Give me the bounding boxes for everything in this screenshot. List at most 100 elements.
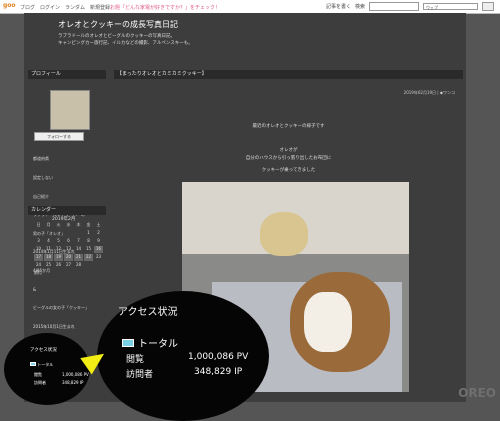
calendar-weekday: 木	[76, 222, 81, 227]
blog-subtitle: ラブラドールのオレオとビーグルのクッキーの写真日記。 キャンピングカー旅行記、イ…	[58, 33, 193, 47]
small-visitors-value: 348,829 IP	[62, 380, 84, 385]
small-access-title: アクセス状況	[30, 348, 57, 353]
calendar-day[interactable]: 24	[34, 262, 43, 269]
post-line: 最近のオレオとクッキーの様子です	[252, 124, 325, 129]
small-total-row: トータル	[30, 362, 53, 368]
calendar-day[interactable]: 1	[84, 230, 93, 237]
views-label: 閲覧	[126, 355, 145, 365]
calendar-day[interactable]: 26	[54, 262, 63, 269]
calendar-day[interactable]: 17	[34, 254, 43, 261]
prev-month-link[interactable]: 前月	[34, 270, 42, 276]
nav-register[interactable]: 新規登録	[90, 4, 110, 11]
book-icon	[122, 338, 134, 347]
blog-title[interactable]: オレオとクッキーの成長写真日記	[58, 19, 178, 30]
profile-line: &	[33, 286, 37, 292]
nav-login[interactable]: ログイン	[40, 4, 60, 11]
post-heading[interactable]: 【まったりオレオとカミカミクッキー】	[114, 70, 463, 79]
post-date: 2019年02月19日 | ◆ワンコ	[403, 90, 455, 95]
access-title: アクセス状況	[118, 307, 178, 318]
calendar-day[interactable]	[54, 230, 63, 237]
small-access-circle	[4, 333, 90, 405]
calendar-day[interactable]: 6	[64, 238, 73, 245]
calendar-day[interactable]	[64, 230, 73, 237]
calendar-day[interactable]: 14	[74, 246, 83, 253]
calendar-day[interactable]: 22	[84, 254, 93, 261]
search-input[interactable]	[369, 2, 419, 11]
calendar-day[interactable]	[84, 262, 93, 269]
calendar-weekday: 月	[46, 222, 51, 227]
calendar-day[interactable]: 20	[64, 254, 73, 261]
calendar-day[interactable]	[94, 262, 103, 269]
post-line: クッキーが乗ってきました	[261, 168, 316, 173]
calendar-day[interactable]: 21	[74, 254, 83, 261]
calendar-grid: 日月火水木金土 1 2 3 4 5 6 7 8 9 10 11 12 13 14 15 16 17 18 19 20 21…	[34, 222, 103, 269]
calendar-day[interactable]: 15	[84, 246, 93, 253]
total-label: トータル	[138, 339, 178, 350]
profile-line: 2015年10月1日生まれ	[33, 323, 75, 329]
small-visitors-label: 訪問者	[34, 380, 46, 385]
profile-heading: プロフィール	[28, 70, 106, 79]
calendar-day[interactable]	[34, 230, 43, 237]
small-total-label: トータル	[37, 362, 54, 367]
calendar-day[interactable]: 10	[34, 246, 43, 253]
calendar-weekday: 土	[96, 222, 101, 227]
book-icon	[30, 362, 36, 366]
calendar-day[interactable]: 8	[84, 238, 93, 245]
calendar-day[interactable]: 19	[54, 254, 63, 261]
post-date-text: 2019年02月19日	[403, 90, 437, 95]
calendar-day[interactable]: 12	[54, 246, 63, 253]
post-line: オレオが	[279, 148, 298, 153]
small-views-value: 1,000,086 PV	[62, 372, 89, 377]
calendar-day[interactable]: 7	[74, 238, 83, 245]
follow-button[interactable]: フォローする	[34, 132, 84, 141]
calendar-day[interactable]: 5	[54, 238, 63, 245]
top-bar: goo ブログ ログイン ランダム 新規登録 お題「どんな家電が好きですか？」を…	[0, 0, 500, 14]
post-category[interactable]: ワンコ	[443, 90, 455, 95]
nav-random[interactable]: ランダム	[65, 4, 85, 11]
subtitle-line: ラブラドールのオレオとビーグルのクッキーの写真日記。	[58, 34, 175, 39]
profile-photo	[50, 90, 90, 130]
calendar-day[interactable]: 3	[34, 238, 43, 245]
calendar-weekday: 日	[36, 222, 41, 227]
post-line: 自分のハウスから引っ張り出したお布団に	[245, 156, 332, 161]
visitors-label: 訪問者	[126, 370, 154, 380]
calendar-day[interactable]: 16	[94, 246, 103, 253]
calendar-day[interactable]	[44, 230, 53, 237]
calendar-day[interactable]	[74, 230, 83, 237]
calendar-day[interactable]: 13	[64, 246, 73, 253]
calendar-day[interactable]: 9	[94, 238, 103, 245]
small-views-label: 閲覧	[34, 372, 42, 377]
notice-link[interactable]: お題「どんな家電が好きですか？」をチェック！	[110, 4, 220, 11]
profile-line: 設定しない	[33, 175, 53, 181]
profile-line: ビーグルの女の子「クッキー」	[33, 305, 89, 311]
goo-logo[interactable]: goo	[3, 2, 16, 9]
total-row: トータル	[122, 335, 178, 350]
calendar-day[interactable]: 23	[94, 254, 103, 261]
views-value: 1,000,086 PV	[188, 352, 249, 362]
visitors-value: 348,829 IP	[194, 367, 243, 377]
beagle-face	[304, 292, 352, 352]
search-label: 検索	[354, 4, 365, 10]
profile-line: 都道府県	[33, 156, 49, 162]
labrador-figure	[260, 212, 308, 256]
oreo-watermark: OREO	[458, 386, 496, 400]
calendar-heading: カレンダー	[28, 206, 106, 215]
calendar-weekday: 水	[66, 222, 71, 227]
search-select[interactable]: ウェブ	[423, 3, 478, 10]
nav-blog[interactable]: ブログ	[20, 4, 35, 11]
calendar-day[interactable]: 11	[44, 246, 53, 253]
calendar-day[interactable]: 2	[94, 230, 103, 237]
calendar-day[interactable]: 4	[44, 238, 53, 245]
search-button[interactable]	[482, 2, 494, 11]
calendar-day[interactable]: 25	[44, 262, 53, 269]
calendar-day[interactable]: 18	[44, 254, 53, 261]
calendar-weekday: 金	[86, 222, 91, 227]
write-article-link[interactable]: 記事を書く	[326, 3, 351, 10]
top-nav: ブログ ログイン ランダム 新規登録	[20, 4, 110, 11]
subtitle-line: キャンピングカー旅行記、イルカなどの撮影、アルペンスキーも。	[58, 41, 193, 46]
calendar-day[interactable]: 28	[74, 262, 83, 269]
calendar-day[interactable]: 27	[64, 262, 73, 269]
top-right: 記事を書く 検索 ウェブ	[326, 2, 494, 11]
calendar-weekday: 火	[56, 222, 61, 227]
profile-line: 自己紹介	[33, 193, 49, 199]
